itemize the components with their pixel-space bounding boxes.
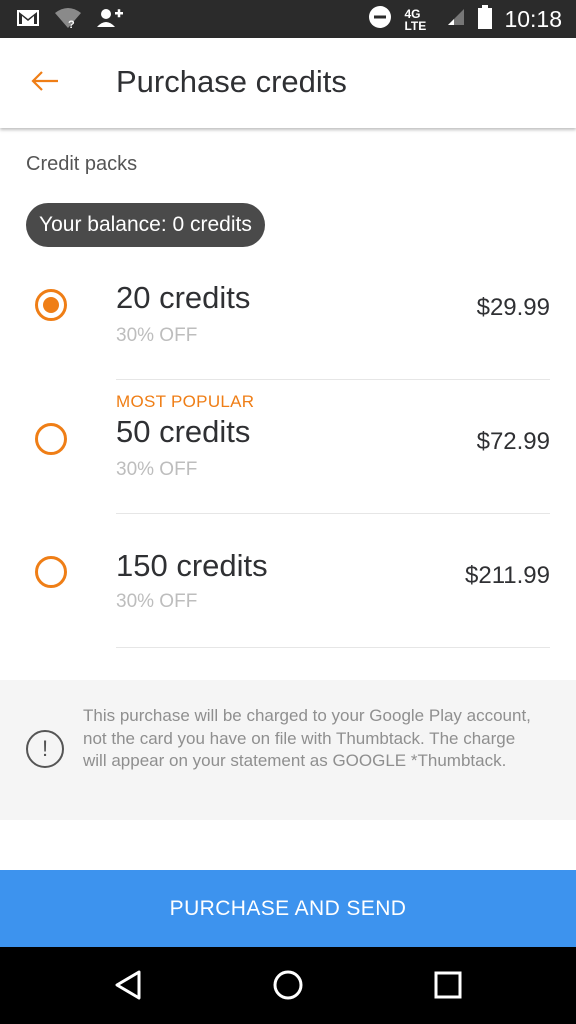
signal-icon	[446, 7, 466, 32]
battery-icon	[478, 5, 493, 34]
nav-recents-button[interactable]	[426, 965, 470, 1009]
radio-button[interactable]	[35, 556, 67, 588]
purchase-and-send-button[interactable]: PURCHASE AND SEND	[0, 870, 576, 947]
credit-pack-20[interactable]: 20 credits 30% OFF $29.99	[0, 248, 576, 382]
pack-price: $29.99	[476, 294, 550, 321]
divider	[116, 513, 550, 514]
app-bar: Purchase credits	[0, 38, 576, 128]
status-bar-left: ?	[16, 7, 124, 34]
page-title: Purchase credits	[116, 64, 347, 99]
divider	[116, 647, 550, 648]
do-not-disturb-icon	[368, 5, 392, 34]
pack-price: $211.99	[465, 562, 550, 589]
status-time: 10:18	[504, 6, 562, 32]
pack-discount: 30% OFF	[116, 459, 198, 480]
status-bar-right: 4G LTE 10:18	[368, 5, 562, 34]
notice-text: This purchase will be charged to your Go…	[83, 706, 531, 770]
recents-square-icon	[433, 970, 463, 1005]
nav-back-button[interactable]	[106, 965, 150, 1009]
balance-badge: Your balance: 0 credits	[26, 203, 265, 247]
divider	[116, 379, 550, 380]
pack-name: 50 credits	[116, 414, 251, 449]
system-nav-bar	[0, 947, 576, 1024]
wifi-unknown-icon: ?	[54, 7, 82, 34]
back-triangle-icon	[113, 969, 143, 1006]
pack-name: 20 credits	[116, 280, 251, 315]
status-bar: ? 4G LTE 10:18	[0, 0, 576, 38]
credit-pack-150[interactable]: 150 credits 30% OFF $211.99	[0, 516, 576, 650]
pack-discount: 30% OFF	[116, 325, 198, 346]
radio-button[interactable]	[35, 423, 67, 455]
exclamation-circle-icon: !	[26, 730, 64, 768]
gmail-icon	[16, 8, 40, 33]
radio-dot	[43, 297, 59, 313]
add-person-icon	[96, 7, 124, 34]
nav-home-button[interactable]	[266, 965, 310, 1009]
pack-discount: 30% OFF	[116, 591, 198, 612]
network-type: 4G LTE	[404, 6, 427, 33]
pack-name: 150 credits	[116, 548, 268, 583]
radio-button-selected[interactable]	[35, 289, 67, 321]
svg-text:?: ?	[68, 19, 75, 29]
most-popular-badge: MOST POPULAR	[116, 392, 255, 411]
back-button[interactable]	[22, 60, 68, 106]
credit-pack-50[interactable]: MOST POPULAR 50 credits 30% OFF $72.99	[0, 382, 576, 516]
arrow-left-icon	[30, 69, 60, 98]
pack-price: $72.99	[476, 428, 550, 455]
section-label: Credit packs	[26, 153, 138, 175]
billing-notice: ! This purchase will be charged to your …	[0, 680, 576, 820]
home-circle-icon	[272, 969, 304, 1006]
